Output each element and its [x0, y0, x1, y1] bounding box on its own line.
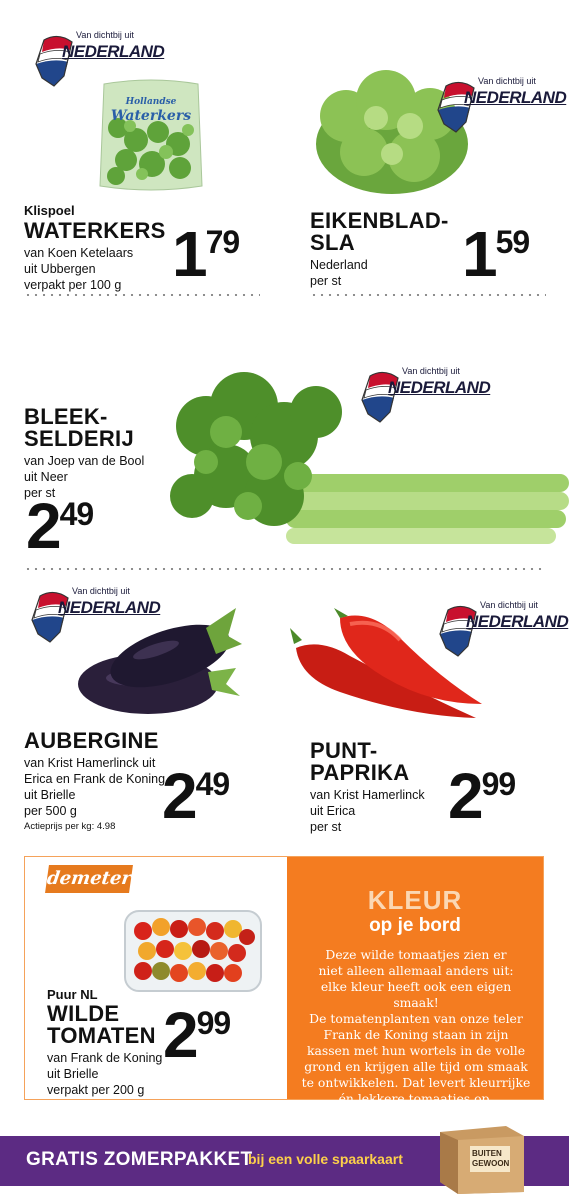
waterkers-image: Hollandse Waterkers: [96, 78, 206, 194]
wilde-tomaten-product: demeter Puur NL WILDE TOMATEN van Frank …: [25, 857, 287, 1099]
product-desc-4: per 500 g: [24, 804, 77, 818]
price-decimal: 99: [196, 1005, 232, 1041]
story-line: kassen met hun wortels in de volle: [306, 1043, 526, 1058]
wilde-tomaten-panel: demeter Puur NL WILDE TOMATEN van Frank …: [24, 856, 544, 1106]
product-desc-1: van Krist Hamerlinck: [310, 788, 425, 802]
product-name-line-2: SELDERIJ: [24, 426, 134, 451]
badge-top-text: Van dichtbij uit: [480, 600, 538, 610]
pack-label-1: Hollandse: [125, 97, 177, 107]
product-desc-1: van Krist Hamerlinck uit: [24, 756, 156, 770]
story-line: De tomatenplanten van onze teler: [309, 1011, 523, 1026]
bleekselderij-price: 2 49: [26, 490, 95, 562]
divider-dots: [24, 294, 260, 296]
bleekselderij-info: BLEEK- SELDERIJ van Joep van de Bool uit…: [24, 406, 174, 501]
product-desc-1: van Joep van de Bool: [24, 454, 145, 468]
netherlands-map-icon: [361, 371, 399, 423]
badge-top-text: Van dichtbij uit: [402, 366, 460, 376]
product-desc-3: uit Brielle: [24, 788, 76, 802]
story-line: Frank de Koning staan in zijn: [323, 1027, 509, 1042]
netherlands-map-icon: [439, 605, 477, 657]
waterkers-info: Klispoel WATERKERS van Koen Ketelaars ui…: [24, 203, 184, 293]
price-per-kg-note: Actieprijs per kg: 4.98: [24, 821, 116, 832]
product-desc-3: verpakt per 100 g: [24, 278, 122, 292]
aubergine-price: 2 49: [162, 760, 231, 832]
story-line: Deze wilde tomaatjes zien er: [325, 947, 507, 962]
price-integer: 1: [172, 218, 208, 290]
product-name-line-1: PUNT-: [310, 738, 378, 763]
product-name-line-1: EIKENBLAD-: [310, 208, 449, 233]
nederland-badge: Van dichtbij uit NEDERLAND: [428, 600, 569, 682]
product-desc-2: uit Erica: [310, 804, 356, 818]
price-decimal: 49: [195, 766, 231, 802]
badge-top-text: Van dichtbij uit: [76, 30, 134, 40]
zomerpakket-banner[interactable]: GRATIS ZOMERPAKKET bij een volle spaarka…: [0, 1126, 569, 1194]
product-desc-2: Erica en Frank de Koning: [24, 772, 166, 786]
zomerpakket-box-image: BUITEN GEWOON: [436, 1122, 528, 1196]
price-decimal: 99: [481, 766, 517, 802]
eikenbladsla-price: 1 59: [462, 218, 531, 290]
price-integer: 2: [26, 490, 62, 562]
badge-main-text: NEDERLAND: [388, 378, 491, 397]
nederland-badge: Van dichtbij uit NEDERLAND: [350, 366, 491, 448]
product-name-line-2: SLA: [310, 230, 355, 255]
story-line: niet alleen allemaal anders uit:: [318, 963, 514, 978]
banner-main-text: GRATIS ZOMERPAKKET: [26, 1149, 253, 1170]
story-text: Deze wilde tomaatjes zien er niet alleen…: [301, 947, 531, 1107]
product-desc-3: per st: [310, 820, 342, 834]
box-label-1: BUITEN: [472, 1149, 502, 1158]
tomaten-price: 2 99: [163, 999, 232, 1071]
product-desc-2: per st: [310, 274, 342, 288]
divider-dots: [24, 568, 546, 570]
netherlands-map-icon: [437, 81, 475, 133]
product-desc-1: van Koen Ketelaars: [24, 246, 134, 260]
badge-main-text: NEDERLAND: [62, 42, 165, 61]
product-desc-2: uit Neer: [24, 470, 68, 484]
price-decimal: 79: [205, 224, 241, 260]
story-line: én lekkere tomaatjes op.: [338, 1091, 494, 1106]
badge-main-text: NEDERLAND: [466, 612, 569, 631]
aubergine-image: [76, 598, 246, 720]
price-decimal: 49: [59, 496, 95, 532]
price-integer: 2: [448, 760, 484, 832]
product-name-line-2: PAPRIKA: [310, 760, 410, 785]
puntpaprika-info: PUNT- PAPRIKA van Krist Hamerlinck uit E…: [310, 740, 450, 835]
puntpaprika-price: 2 99: [448, 760, 517, 832]
story-subtitle: op je bord: [369, 915, 461, 936]
badge-top-text: Van dichtbij uit: [478, 76, 536, 86]
product-brand: Klispoel: [24, 203, 75, 218]
story-title: KLEUR: [367, 885, 463, 915]
banner-sub-text: bij een volle spaarkaart: [248, 1151, 403, 1167]
product-desc-3: verpakt per 200 g: [47, 1083, 145, 1097]
price-integer: 2: [162, 760, 198, 832]
price-integer: 1: [462, 218, 498, 290]
eikenbladsla-info: EIKENBLAD- SLA Nederland per st: [310, 210, 450, 289]
demeter-logo: demeter: [45, 865, 133, 893]
product-desc-1: Nederland: [310, 258, 368, 272]
box-label-2: GEWOON: [472, 1159, 510, 1168]
tomaten-image: [123, 907, 263, 995]
story-line: elke kleur heeft ook een eigen smaak!: [320, 979, 512, 1010]
product-name: AUBERGINE: [24, 728, 159, 753]
product-desc-2: uit Ubbergen: [24, 262, 96, 276]
pack-label-2: Waterkers: [111, 108, 191, 124]
nederland-badge: Van dichtbij uit NEDERLAND: [426, 76, 567, 158]
netherlands-map-icon: [35, 35, 73, 87]
badge-top-text: Van dichtbij uit: [72, 586, 130, 596]
aubergine-info: AUBERGINE van Krist Hamerlinck uit Erica…: [24, 728, 184, 833]
product-name-line-1: BLEEK-: [24, 404, 108, 429]
price-decimal: 59: [495, 224, 531, 260]
kleur-story: KLEUR op je bord Deze wilde tomaatjes zi…: [287, 857, 543, 1106]
story-line: grond en krijgen alle tijd om smaak: [304, 1059, 528, 1074]
badge-main-text: NEDERLAND: [464, 88, 567, 107]
divider-dots: [310, 294, 546, 296]
waterkers-price: 1 79: [172, 218, 241, 290]
product-name: WATERKERS: [24, 218, 166, 243]
story-line: te ontwikkelen. Dat levert kleurrijke: [301, 1075, 531, 1090]
price-integer: 2: [163, 999, 199, 1071]
